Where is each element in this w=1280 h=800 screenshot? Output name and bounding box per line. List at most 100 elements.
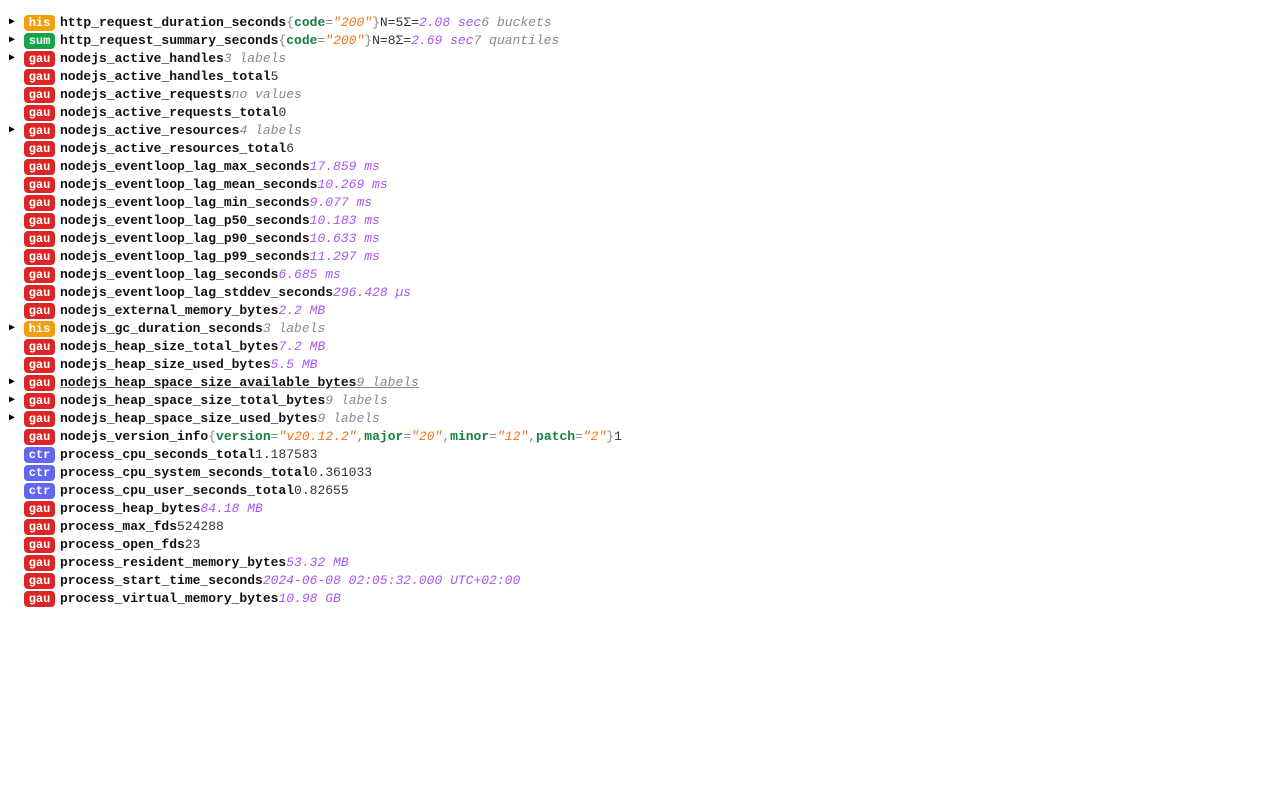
metric-row: gaunodejs_eventloop_lag_min_seconds 9.07… xyxy=(8,194,1272,212)
label-key: minor xyxy=(450,428,489,446)
metric-row: ▶gaunodejs_heap_space_size_total_bytes 9… xyxy=(8,392,1272,410)
label-value: "200" xyxy=(333,14,372,32)
metric-name[interactable]: nodejs_eventloop_lag_min_seconds xyxy=(60,194,310,212)
metric-type-badge: gau xyxy=(24,429,55,445)
metric-name[interactable]: nodejs_eventloop_lag_p50_seconds xyxy=(60,212,310,230)
metric-name[interactable]: process_cpu_user_seconds_total xyxy=(60,482,294,500)
expand-toggle-icon[interactable]: ▶ xyxy=(8,50,24,68)
metric-name[interactable]: nodejs_active_handles xyxy=(60,50,224,68)
metric-type-badge: gau xyxy=(24,285,55,301)
metric-value: 10.633 ms xyxy=(310,230,380,248)
metric-name[interactable]: process_resident_memory_bytes xyxy=(60,554,286,572)
label-close-brace: } xyxy=(606,428,614,446)
metric-row: ▶gaunodejs_active_handles 3 labels xyxy=(8,50,1272,68)
expand-toggle-icon[interactable]: ▶ xyxy=(8,122,24,140)
label-open-brace: { xyxy=(286,14,294,32)
metric-type-badge: gau xyxy=(24,501,55,517)
metric-type-badge: his xyxy=(24,15,55,31)
metric-value: 0.361033 xyxy=(310,464,372,482)
label-comma: , xyxy=(528,428,536,446)
metric-row: gaunodejs_active_resources_total 6 xyxy=(8,140,1272,158)
expand-toggle-icon[interactable]: ▶ xyxy=(8,410,24,428)
metric-name[interactable]: nodejs_active_requests_total xyxy=(60,104,278,122)
metric-value: 11.297 ms xyxy=(310,248,380,266)
metric-type-badge: gau xyxy=(24,51,55,67)
metric-name[interactable]: nodejs_active_resources_total xyxy=(60,140,286,158)
metric-row: ▶hisnodejs_gc_duration_seconds 3 labels xyxy=(8,320,1272,338)
metric-name[interactable]: nodejs_eventloop_lag_p90_seconds xyxy=(60,230,310,248)
metric-type-badge: gau xyxy=(24,249,55,265)
metric-row: ▶gaunodejs_heap_space_size_available_byt… xyxy=(8,374,1272,392)
metric-value: N=5 xyxy=(380,14,403,32)
metric-type-badge: gau xyxy=(24,69,55,85)
metric-name[interactable]: process_virtual_memory_bytes xyxy=(60,590,278,608)
metric-name[interactable]: nodejs_active_resources xyxy=(60,122,239,140)
metric-value: 10.183 ms xyxy=(310,212,380,230)
metric-name[interactable]: http_request_duration_seconds xyxy=(60,14,286,32)
label-value: "200" xyxy=(325,32,364,50)
metric-name[interactable]: nodejs_gc_duration_seconds xyxy=(60,320,263,338)
metric-value: 1 xyxy=(614,428,622,446)
metric-value: 9.077 ms xyxy=(310,194,372,212)
metric-name[interactable]: nodejs_heap_size_total_bytes xyxy=(60,338,278,356)
metric-name[interactable]: nodejs_eventloop_lag_seconds xyxy=(60,266,278,284)
metric-value: 23 xyxy=(185,536,201,554)
metric-row: gaunodejs_eventloop_lag_seconds 6.685 ms xyxy=(8,266,1272,284)
equals-sign: = xyxy=(317,32,325,50)
metric-row: gauprocess_resident_memory_bytes 53.32 M… xyxy=(8,554,1272,572)
metric-name[interactable]: nodejs_eventloop_lag_stddev_seconds xyxy=(60,284,333,302)
metric-type-badge: sum xyxy=(24,33,55,49)
metric-name[interactable]: nodejs_active_handles_total xyxy=(60,68,271,86)
metric-value: 84.18 MB xyxy=(200,500,262,518)
metric-name[interactable]: nodejs_heap_space_size_available_bytes xyxy=(60,374,356,392)
metric-value: 5.5 MB xyxy=(271,356,318,374)
expand-toggle-icon[interactable]: ▶ xyxy=(8,374,24,392)
metric-value: 10.269 ms xyxy=(317,176,387,194)
metric-row: ▶gau nodejs_active_resources 4 labels xyxy=(8,122,1272,140)
metric-row: gauprocess_virtual_memory_bytes 10.98 GB xyxy=(8,590,1272,608)
metric-value: Σ= xyxy=(396,32,412,50)
metric-row: ▶sumhttp_request_summary_seconds {code="… xyxy=(8,32,1272,50)
metric-name[interactable]: nodejs_version_info xyxy=(60,428,208,446)
metric-name[interactable]: process_cpu_system_seconds_total xyxy=(60,464,310,482)
metric-value: 10.98 GB xyxy=(278,590,340,608)
label-key: code xyxy=(286,32,317,50)
label-open-brace: { xyxy=(208,428,216,446)
metric-name[interactable]: nodejs_eventloop_lag_mean_seconds xyxy=(60,176,317,194)
metric-name[interactable]: nodejs_heap_space_size_total_bytes xyxy=(60,392,325,410)
metric-name[interactable]: nodejs_eventloop_lag_p99_seconds xyxy=(60,248,310,266)
metric-name[interactable]: http_request_summary_seconds xyxy=(60,32,278,50)
metric-row: ▶gaunodejs_heap_space_size_used_bytes 9 … xyxy=(8,410,1272,428)
expand-toggle-icon[interactable]: ▶ xyxy=(8,392,24,410)
metric-value: 4 labels xyxy=(239,122,301,140)
metric-name[interactable]: process_max_fds xyxy=(60,518,177,536)
metric-row: gaunodejs_heap_size_total_bytes 7.2 MB xyxy=(8,338,1272,356)
metric-type-badge: gau xyxy=(24,123,55,139)
metric-name[interactable]: nodejs_active_requests xyxy=(60,86,232,104)
label-value: "2" xyxy=(583,428,606,446)
metric-value: 0.82655 xyxy=(294,482,349,500)
metric-name[interactable]: nodejs_heap_space_size_used_bytes xyxy=(60,410,317,428)
metric-name[interactable]: nodejs_eventloop_lag_max_seconds xyxy=(60,158,310,176)
metric-row: gaunodejs_eventloop_lag_stddev_seconds 2… xyxy=(8,284,1272,302)
metric-value: 17.859 ms xyxy=(310,158,380,176)
label-value: "12" xyxy=(497,428,528,446)
metric-name[interactable]: nodejs_external_memory_bytes xyxy=(60,302,278,320)
metric-type-badge: gau xyxy=(24,105,55,121)
metric-name[interactable]: process_start_time_seconds xyxy=(60,572,263,590)
metric-value: 0 xyxy=(278,104,286,122)
metric-value: 7.2 MB xyxy=(278,338,325,356)
expand-toggle-icon[interactable]: ▶ xyxy=(8,14,24,32)
label-key: code xyxy=(294,14,325,32)
metric-name[interactable]: process_heap_bytes xyxy=(60,500,200,518)
expand-toggle-icon[interactable]: ▶ xyxy=(8,320,24,338)
equals-sign: = xyxy=(325,14,333,32)
metric-name[interactable]: process_cpu_seconds_total xyxy=(60,446,255,464)
metric-name[interactable]: nodejs_heap_size_used_bytes xyxy=(60,356,271,374)
metric-type-badge: gau xyxy=(24,213,55,229)
metric-row: ctrprocess_cpu_seconds_total 1.187583 xyxy=(8,446,1272,464)
equals-sign: = xyxy=(403,428,411,446)
expand-toggle-icon[interactable]: ▶ xyxy=(8,32,24,50)
metric-type-badge: gau xyxy=(24,519,55,535)
metric-name[interactable]: process_open_fds xyxy=(60,536,185,554)
